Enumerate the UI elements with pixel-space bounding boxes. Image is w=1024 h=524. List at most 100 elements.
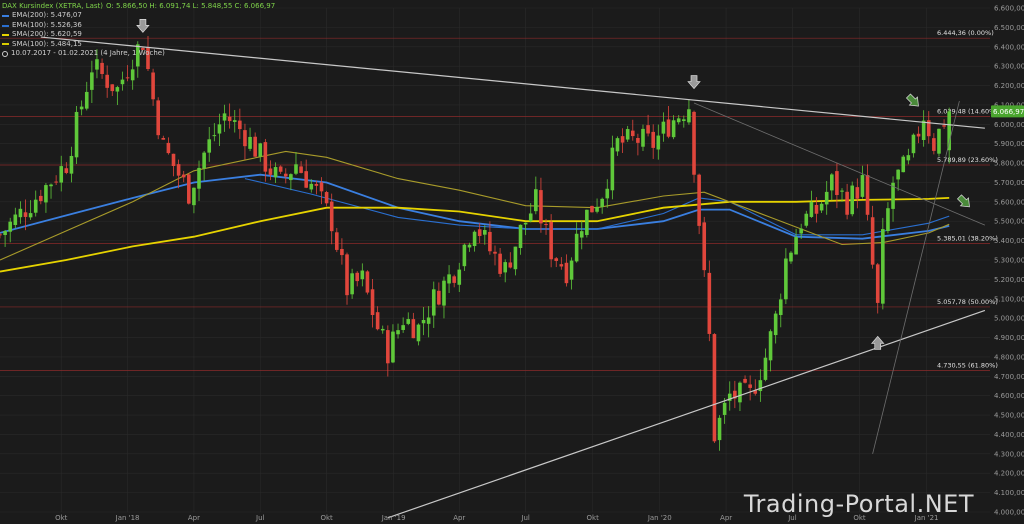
candle-down — [329, 201, 334, 232]
candle-up — [18, 208, 23, 218]
candle-up — [294, 164, 298, 174]
annotation-arrows — [136, 19, 970, 350]
candle-up — [391, 331, 395, 363]
candle-up — [217, 124, 222, 134]
candle-down — [299, 166, 303, 173]
candle-up — [360, 270, 365, 280]
candle-down — [151, 72, 155, 100]
candle-up — [840, 190, 844, 192]
y-tick-label: 6.500,00 — [994, 24, 1024, 32]
candle-down — [156, 100, 160, 136]
candle-down — [702, 222, 707, 271]
candle-up — [120, 79, 125, 85]
candle-up — [819, 203, 824, 211]
candle-down — [620, 136, 625, 143]
candle-down — [630, 130, 635, 137]
candle-down — [488, 231, 492, 252]
candle-down — [835, 171, 839, 196]
candle-down — [100, 62, 104, 74]
arrow-downright-icon — [956, 194, 970, 208]
candle-down — [743, 378, 747, 383]
y-tick-label: 6.600,00 — [994, 5, 1024, 13]
candle-up — [656, 135, 661, 150]
candle-up — [671, 120, 676, 138]
candle-down — [105, 74, 109, 88]
fib-label: 5.385,01 (38.20%) — [937, 235, 998, 243]
legend-swatch — [2, 43, 9, 46]
candle-up — [600, 198, 604, 208]
y-tick-label: 5.300,00 — [994, 257, 1024, 265]
candle-down — [161, 137, 166, 140]
candle-up — [222, 113, 227, 121]
legend-indicator-text: EMA(100): 5.526,36 — [12, 20, 82, 29]
candle-down — [386, 330, 390, 364]
candle-up — [778, 299, 783, 316]
candle-down — [176, 164, 181, 176]
y-tick-label: 4.400,00 — [994, 431, 1024, 439]
candle-up — [901, 156, 906, 173]
y-tick-label: 5.100,00 — [994, 295, 1024, 303]
candle-up — [768, 331, 773, 361]
moving-average-lines — [0, 150, 950, 273]
candle-down — [283, 173, 288, 177]
candle-down — [855, 187, 860, 199]
candle-down — [692, 111, 696, 175]
candle-up — [482, 230, 487, 235]
candle-down — [268, 168, 273, 175]
candle-down — [54, 181, 58, 183]
x-tick-label: Jul — [255, 514, 265, 522]
candle-up — [13, 214, 18, 225]
candle-up — [467, 244, 472, 248]
candle-up — [90, 72, 94, 90]
x-tick-label: Okt — [320, 514, 333, 522]
legend-swatch — [2, 15, 9, 18]
candle-up — [896, 169, 900, 180]
candle-down — [707, 272, 712, 334]
candle-up — [416, 324, 421, 342]
legend-swatch — [2, 24, 9, 27]
candle-up — [350, 273, 354, 295]
legend-indicator-text: SMA(100): 5.484,15 — [12, 39, 82, 48]
candle-up — [59, 166, 64, 183]
candle-up — [232, 120, 237, 122]
y-tick-label: 6.200,00 — [994, 82, 1024, 90]
candle-up — [595, 206, 599, 212]
trendlines — [40, 36, 986, 519]
trendline-lower-support — [387, 309, 986, 519]
candle-up — [69, 155, 74, 174]
y-tick-label: 5.900,00 — [994, 140, 1024, 148]
candle-up — [773, 313, 778, 336]
x-tick-label: Apr — [453, 514, 465, 522]
candle-up — [192, 187, 196, 206]
candle-up — [406, 319, 411, 324]
candle-up — [258, 143, 263, 157]
candle-up — [462, 244, 467, 267]
candle-down — [539, 190, 543, 224]
candle-up — [3, 231, 7, 236]
candle-down — [932, 138, 936, 151]
candle-down — [870, 217, 875, 265]
candle-down — [319, 182, 324, 192]
candle-up — [44, 185, 48, 203]
candle-down — [335, 232, 339, 250]
watermark: Trading-Portal.NET — [743, 490, 974, 518]
candle-down — [0, 234, 2, 236]
candle-up — [447, 274, 451, 284]
x-tick-label: Jan '19 — [381, 514, 406, 522]
candle-up — [396, 330, 400, 335]
candle-up — [401, 325, 405, 330]
y-tick-label: 5.400,00 — [994, 237, 1024, 245]
last-price-marker: 6.066,97 — [991, 105, 1024, 118]
candle-down — [549, 221, 553, 260]
candle-down — [345, 254, 349, 296]
candle-up — [641, 128, 645, 147]
candle-up — [615, 138, 620, 152]
legend-indicator-0: EMA(200): 5.476,07 — [2, 11, 275, 20]
candle-down — [651, 131, 655, 148]
candle-down — [544, 224, 548, 226]
candle-up — [115, 87, 120, 92]
legend-title-row: DAX Kursindex (XETRA, Last) O: 5.866,50 … — [2, 2, 275, 11]
candle-down — [171, 153, 176, 166]
y-tick-label: 4.300,00 — [994, 450, 1024, 458]
candle-up — [809, 201, 814, 217]
